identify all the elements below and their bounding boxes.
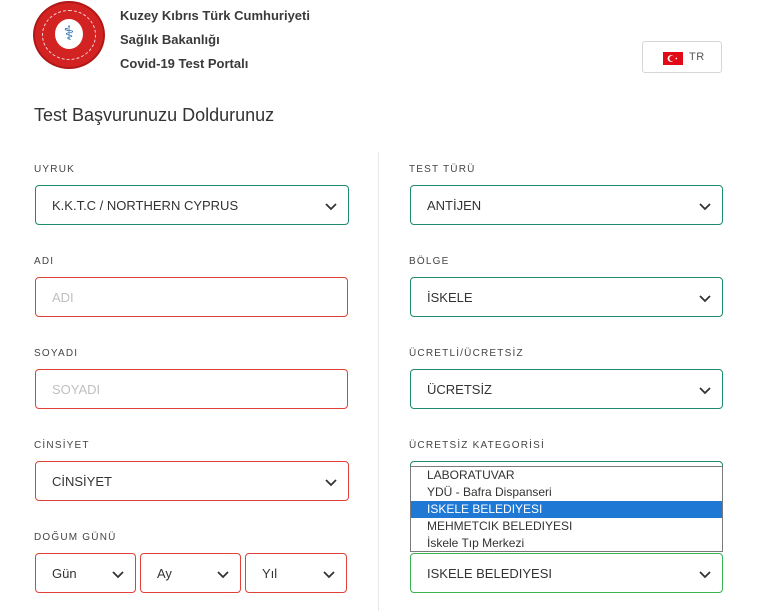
first-name-field — [35, 277, 348, 317]
birth-year-value: Yıl — [262, 566, 278, 581]
header: ⚕ Kuzey Kıbrıs Türk Cumhuriyeti Sağlık B… — [0, 0, 759, 90]
paid-value: ÜCRETSİZ — [427, 382, 492, 397]
last-name-label: SOYADI — [34, 348, 79, 359]
paid-select[interactable]: ÜCRETSİZ — [410, 369, 723, 409]
ministry-line-ministry: Sağlık Bakanlığı — [120, 32, 220, 47]
chevron-down-icon — [323, 571, 335, 579]
ministry-line-country: Kuzey Kıbrıs Türk Cumhuriyeti — [120, 8, 310, 23]
option-iskele-tip-merkezi[interactable]: İskele Tıp Merkezi — [411, 535, 722, 552]
option-ydu-bafra[interactable]: YDÜ - Bafra Dispanseri — [411, 484, 722, 501]
paid-label: ÜCRETLİ/ÜCRETSİZ — [409, 348, 524, 359]
test-type-label: TEST TÜRÜ — [409, 164, 476, 175]
chevron-down-icon — [217, 571, 229, 579]
turkish-flag-icon — [663, 52, 683, 65]
free-category-options: LABORATUVAR YDÜ - Bafra Dispanseri ISKEL… — [410, 466, 723, 552]
language-selector-button[interactable]: TR — [642, 41, 722, 73]
birth-month-select[interactable]: Ay — [140, 553, 241, 593]
first-name-label: ADI — [34, 256, 55, 267]
nationality-value: K.K.T.C / NORTHERN CYPRUS — [52, 198, 239, 213]
chevron-down-icon — [699, 295, 711, 303]
chevron-down-icon — [699, 571, 711, 579]
birth-day-value: Gün — [52, 566, 77, 581]
ministry-name: Kuzey Kıbrıs Türk Cumhuriyeti Sağlık Bak… — [120, 4, 310, 76]
option-laboratuvar[interactable]: LABORATUVAR — [411, 467, 722, 484]
gender-value: CİNSİYET — [52, 474, 112, 489]
column-divider — [378, 152, 379, 611]
last-name-input[interactable] — [36, 370, 347, 408]
location-select[interactable]: ISKELE BELEDIYESI — [410, 553, 723, 593]
option-mehmetcik-belediyesi[interactable]: MEHMETCIK BELEDIYESI — [411, 518, 722, 535]
chevron-down-icon — [112, 571, 124, 579]
last-name-field — [35, 369, 348, 409]
language-code: TR — [689, 51, 705, 63]
nationality-label: UYRUK — [34, 164, 76, 175]
birth-date-label: DOĞUM GÜNÜ — [34, 532, 117, 543]
option-iskele-belediyesi[interactable]: ISKELE BELEDIYESI — [411, 501, 722, 518]
chevron-down-icon — [699, 203, 711, 211]
birth-month-value: Ay — [157, 566, 172, 581]
region-select[interactable]: İSKELE — [410, 277, 723, 317]
nationality-select[interactable]: K.K.T.C / NORTHERN CYPRUS — [35, 185, 349, 225]
birth-day-select[interactable]: Gün — [35, 553, 136, 593]
chevron-down-icon — [325, 479, 337, 487]
ministry-line-portal: Covid-19 Test Portalı — [120, 56, 249, 71]
ministry-seal-icon: ⚕ — [33, 1, 105, 69]
chevron-down-icon — [325, 203, 337, 211]
birth-year-select[interactable]: Yıl — [245, 553, 347, 593]
chevron-down-icon — [699, 387, 711, 395]
free-category-label: ÜCRETSİZ KATEGORİSİ — [409, 440, 545, 451]
page-title: Test Başvurunuzu Doldurunuz — [34, 105, 275, 125]
location-value: ISKELE BELEDIYESI — [427, 566, 553, 581]
region-label: BÖLGE — [409, 256, 450, 267]
first-name-input[interactable] — [36, 278, 347, 316]
test-type-value: ANTİJEN — [427, 198, 482, 213]
gender-select[interactable]: CİNSİYET — [35, 461, 349, 501]
gender-label: CİNSİYET — [34, 440, 90, 451]
region-value: İSKELE — [427, 290, 473, 305]
test-type-select[interactable]: ANTİJEN — [410, 185, 723, 225]
